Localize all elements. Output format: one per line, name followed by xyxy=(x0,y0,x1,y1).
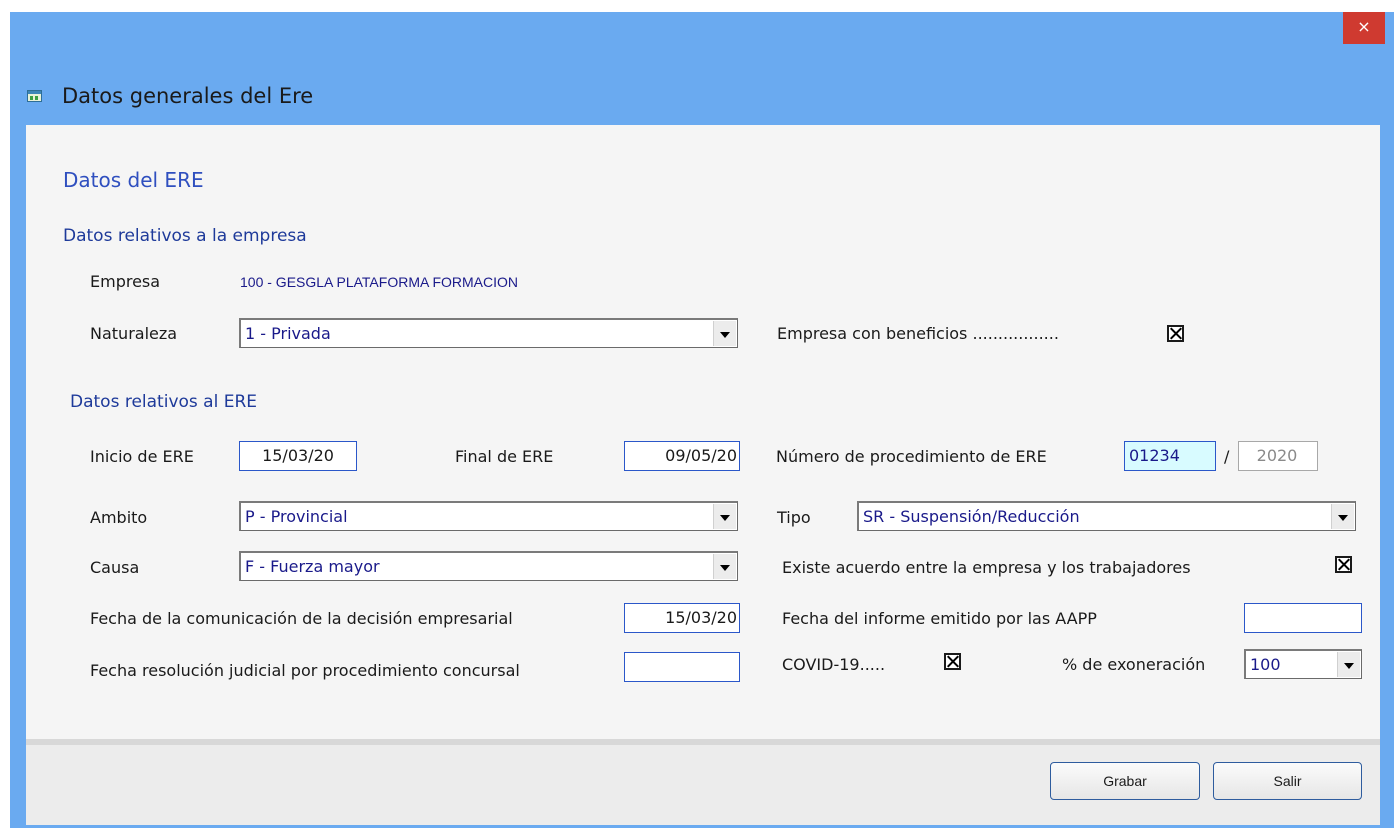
chevron-down-icon[interactable] xyxy=(713,321,736,346)
exoneracion-label: % de exoneración xyxy=(1062,655,1206,674)
fecha-resolucion-label: Fecha resolución judicial por procedimie… xyxy=(90,661,520,680)
final-date-field[interactable]: 09/05/20 xyxy=(624,441,740,471)
acuerdo-checkbox[interactable] xyxy=(1335,556,1352,573)
window-title: Datos generales del Ere xyxy=(62,84,314,108)
naturaleza-label: Naturaleza xyxy=(90,324,178,343)
empresa-value: 100 - GESGLA PLATAFORMA FORMACION xyxy=(240,274,518,290)
form-panel xyxy=(26,125,1380,739)
final-label: Final de ERE xyxy=(455,447,554,466)
fecha-comunicacion-label: Fecha de la comunicación de la decisión … xyxy=(90,609,513,628)
salir-button[interactable]: Salir xyxy=(1213,762,1362,800)
num-procedimiento-separator: / xyxy=(1224,447,1230,466)
chevron-down-icon[interactable] xyxy=(1337,652,1360,677)
beneficios-checkbox[interactable] xyxy=(1167,325,1184,342)
close-button[interactable]: × xyxy=(1343,12,1385,44)
naturaleza-selected-value: 1 - Privada xyxy=(245,324,331,343)
ambito-select[interactable]: P - Provincial xyxy=(239,501,738,531)
exoneracion-select[interactable]: 100 xyxy=(1244,649,1362,679)
chevron-down-icon[interactable] xyxy=(713,554,736,579)
fecha-resolucion-field[interactable] xyxy=(624,652,740,682)
inicio-label: Inicio de ERE xyxy=(90,447,194,466)
causa-selected-value: F - Fuerza mayor xyxy=(245,557,380,576)
beneficios-label: Empresa con beneficios ................. xyxy=(777,324,1059,343)
causa-label: Causa xyxy=(90,558,140,577)
num-procedimiento-year-field: 2020 xyxy=(1238,441,1318,471)
empresa-section-heading: Datos relativos a la empresa xyxy=(63,226,307,246)
exoneracion-selected-value: 100 xyxy=(1250,655,1281,674)
ambito-label: Ambito xyxy=(90,508,148,527)
covid-checkbox[interactable] xyxy=(944,653,961,670)
ambito-selected-value: P - Provincial xyxy=(245,507,348,526)
acuerdo-label: Existe acuerdo entre la empresa y los tr… xyxy=(782,558,1191,577)
empresa-label: Empresa xyxy=(90,272,161,291)
inicio-date-field[interactable]: 15/03/20 xyxy=(239,441,357,471)
fecha-informe-field[interactable] xyxy=(1244,603,1362,633)
num-procedimiento-field[interactable]: 01234 xyxy=(1124,441,1216,471)
fecha-comunicacion-field[interactable]: 15/03/20 xyxy=(624,603,740,633)
tipo-label: Tipo xyxy=(777,508,811,527)
fecha-informe-label: Fecha del informe emitido por las AAPP xyxy=(782,609,1097,628)
covid-label: COVID-19..... xyxy=(782,655,886,674)
chevron-down-icon[interactable] xyxy=(713,504,736,529)
grabar-button[interactable]: Grabar xyxy=(1050,762,1200,800)
ere-section-heading: Datos relativos al ERE xyxy=(70,392,257,412)
naturaleza-select[interactable]: 1 - Privada xyxy=(239,318,738,348)
num-procedimiento-label: Número de procedimiento de ERE xyxy=(776,447,1047,466)
window-icon xyxy=(27,90,42,102)
causa-select[interactable]: F - Fuerza mayor xyxy=(239,551,738,581)
tipo-selected-value: SR - Suspensión/Reducción xyxy=(863,507,1080,526)
chevron-down-icon[interactable] xyxy=(1331,504,1354,529)
tipo-select[interactable]: SR - Suspensión/Reducción xyxy=(857,501,1356,531)
form-heading: Datos del ERE xyxy=(63,168,204,192)
